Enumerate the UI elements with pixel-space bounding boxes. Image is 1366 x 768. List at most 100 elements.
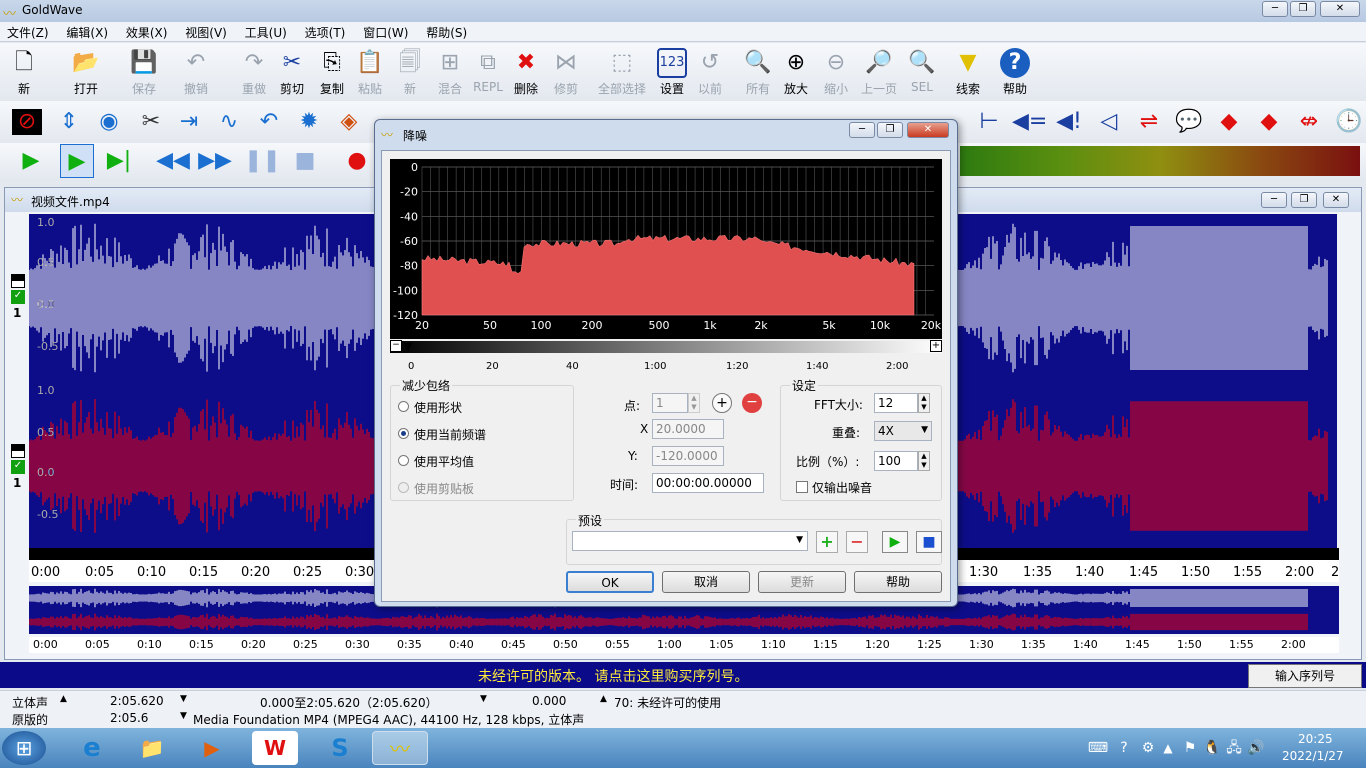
vertical-arrows-icon[interactable]: ⇕ [52, 105, 86, 139]
network-tray-icon[interactable]: 🖧 [1224, 731, 1244, 765]
ratio-input[interactable]: 100 [874, 451, 918, 471]
copy-button[interactable]: ⎘ 复制 [312, 45, 352, 99]
play-selection-icon[interactable]: ▶ [60, 144, 94, 178]
flag-tray-icon[interactable]: ⚑ [1180, 731, 1200, 765]
play-icon[interactable]: ▶ [14, 144, 48, 178]
stop-icon[interactable]: ■ [288, 144, 322, 178]
add-preset-button[interactable]: + [816, 531, 838, 553]
right-channel-check-icon[interactable]: ✓ [11, 460, 25, 474]
wps-office-icon[interactable]: W [252, 731, 298, 765]
volume-alert-icon[interactable]: ◀! [1052, 105, 1086, 139]
settings-tray-icon[interactable]: ⚙ [1136, 731, 1160, 765]
clock-time[interactable]: 20:25 [1298, 732, 1333, 746]
pause-icon[interactable]: ❚❚ [244, 144, 281, 178]
zoom-all-button[interactable]: 🔍 所有 [738, 45, 778, 99]
zoom-in-button[interactable]: ⊕ 放大 [776, 45, 816, 99]
remove-point-button[interactable]: − [742, 393, 762, 413]
menu-tools[interactable]: 工具(U) [238, 22, 294, 43]
scale-plus-button[interactable]: + [930, 340, 942, 352]
clock-icon[interactable]: 🕒 [1332, 105, 1366, 139]
volume-tray-icon[interactable]: 🔊 [1246, 731, 1266, 765]
option-average-label[interactable]: 使用平均值 [414, 453, 474, 470]
stop-effect-icon[interactable]: ⊘ [12, 109, 42, 135]
paste-button[interactable]: 📋 粘贴 [350, 45, 390, 99]
sogou-icon[interactable]: S [312, 731, 368, 765]
ratio-spinner[interactable]: ▲ ▼ [918, 451, 930, 471]
point-input[interactable]: 1 [652, 393, 688, 413]
time-input[interactable]: 00:00:00.00000 [652, 473, 764, 493]
close-button[interactable]: ✕ [1320, 1, 1360, 17]
file-explorer-icon[interactable]: 📁 [124, 731, 180, 765]
option-current-spectrum-label[interactable]: 使用当前频谱 [414, 426, 486, 443]
cue-button[interactable]: ▼ 线索 [948, 45, 988, 99]
new-button[interactable]: 🗋 新 [4, 45, 44, 99]
doc-minimize-button[interactable]: ─ [1261, 192, 1287, 208]
menu-options[interactable]: 选项(T) [298, 22, 353, 43]
point-spinner[interactable]: ▲ ▼ [688, 393, 700, 413]
save-button[interactable]: 💾 保存 [124, 45, 164, 99]
status-arrow-up-icon[interactable]: ▲ [600, 694, 607, 704]
cut-button[interactable]: ✂ 剪切 [272, 45, 312, 99]
option-shape-label[interactable]: 使用形状 [414, 399, 462, 416]
noise-only-checkbox[interactable] [796, 481, 808, 493]
ie-browser-icon[interactable]: e [64, 731, 120, 765]
goldwave-taskbar-icon[interactable]: 〰 [372, 731, 428, 765]
enter-serial-button[interactable]: 输入序列号 [1248, 664, 1362, 688]
left-channel-toggle[interactable] [11, 274, 25, 288]
status-arrow-down-icon[interactable]: ▼ [480, 694, 487, 704]
settings-button[interactable]: 123 设置 [652, 45, 692, 99]
menu-edit[interactable]: 编辑(X) [59, 22, 115, 43]
start-button-icon[interactable]: ⊞ [2, 731, 46, 765]
replace-button[interactable]: ⧉ REPL [468, 45, 508, 99]
fft-spinner[interactable]: ▲ ▼ [918, 393, 930, 413]
undo-button[interactable]: ↶ 撤销 [176, 45, 216, 99]
status-selection[interactable]: 0.000至2:05.620（2:05.620） [260, 694, 438, 711]
left-channel-check-icon[interactable]: ✓ [11, 290, 25, 304]
rewind-icon[interactable]: ◀◀ [156, 144, 190, 178]
remove-preset-button[interactable]: − [846, 531, 868, 553]
status-position[interactable]: 0.000 [532, 694, 566, 708]
menu-file[interactable]: 文件(Z) [0, 22, 56, 43]
y-input[interactable]: -120.0000 [652, 446, 724, 466]
loop-back-icon[interactable]: ↶ [252, 105, 286, 139]
option-average-radio[interactable] [398, 455, 409, 466]
banner-text[interactable]: 未经许可的版本。 请点击这里购买序列号。 [478, 666, 748, 686]
status-channels[interactable]: 立体声 [12, 694, 48, 711]
wave-icon[interactable]: ∿ [212, 105, 246, 139]
select-all-button[interactable]: ⬚ 全部选择 [596, 45, 648, 99]
sphere-icon[interactable]: ◉ [92, 105, 126, 139]
dialog-minimize-button[interactable]: ─ [849, 122, 875, 138]
option-current-spectrum-radio[interactable] [398, 428, 409, 439]
cube-icon[interactable]: ◈ [332, 105, 366, 139]
diamond-blue-icon[interactable]: ◆ [1252, 105, 1286, 139]
trim-button[interactable]: ⋈ 修剪 [546, 45, 586, 99]
open-button[interactable]: 📂 打开 [66, 45, 106, 99]
mix-button[interactable]: ⊞ 混合 [430, 45, 470, 99]
gear-effect-icon[interactable]: ✹ [292, 105, 326, 139]
volume-equal-icon[interactable]: ◀= [1012, 105, 1047, 139]
noise-only-label[interactable]: 仅输出噪音 [812, 479, 872, 496]
preset-select[interactable]: ▼ [572, 531, 808, 551]
scale-marker-icon[interactable]: ▼ [404, 340, 412, 353]
clock-date[interactable]: 2022/1/27 [1282, 749, 1344, 763]
overlap-select[interactable]: 4X ▼ [874, 421, 932, 441]
help-button[interactable]: ? 帮助 [995, 45, 1035, 99]
dialog-help-button[interactable]: 帮助 [854, 571, 942, 593]
spectrum-plot[interactable]: 0 -20 -40 -60 -80 -100 -120 20 50 100 200 500 1k 2k 5k… [390, 159, 942, 339]
keyboard-tray-icon[interactable]: ⌨ [1086, 731, 1110, 765]
record-icon[interactable]: ● [340, 144, 374, 178]
option-clipboard-radio[interactable] [398, 482, 409, 493]
x-input[interactable]: 20.0000 [652, 419, 724, 439]
dialog-close-button[interactable]: ✕ [907, 122, 949, 138]
delete-button[interactable]: ✖ 删除 [506, 45, 546, 99]
redo-button[interactable]: ↷ 重做 [234, 45, 274, 99]
status-arrow-up-icon[interactable]: ▲ [60, 694, 67, 704]
previous-button[interactable]: ↺ 以前 [690, 45, 730, 99]
status-arrow-down-icon[interactable]: ▼ [180, 711, 187, 721]
volume-fade-icon[interactable]: ◁ [1092, 105, 1126, 139]
unlicensed-banner[interactable]: 未经许可的版本。 请点击这里购买序列号。 [0, 662, 1366, 688]
option-shape-radio[interactable] [398, 401, 409, 412]
status-length[interactable]: 2:05.620 [110, 694, 164, 708]
preview-play-button[interactable]: ▶ [882, 531, 908, 553]
minimize-button[interactable]: ─ [1262, 1, 1288, 17]
